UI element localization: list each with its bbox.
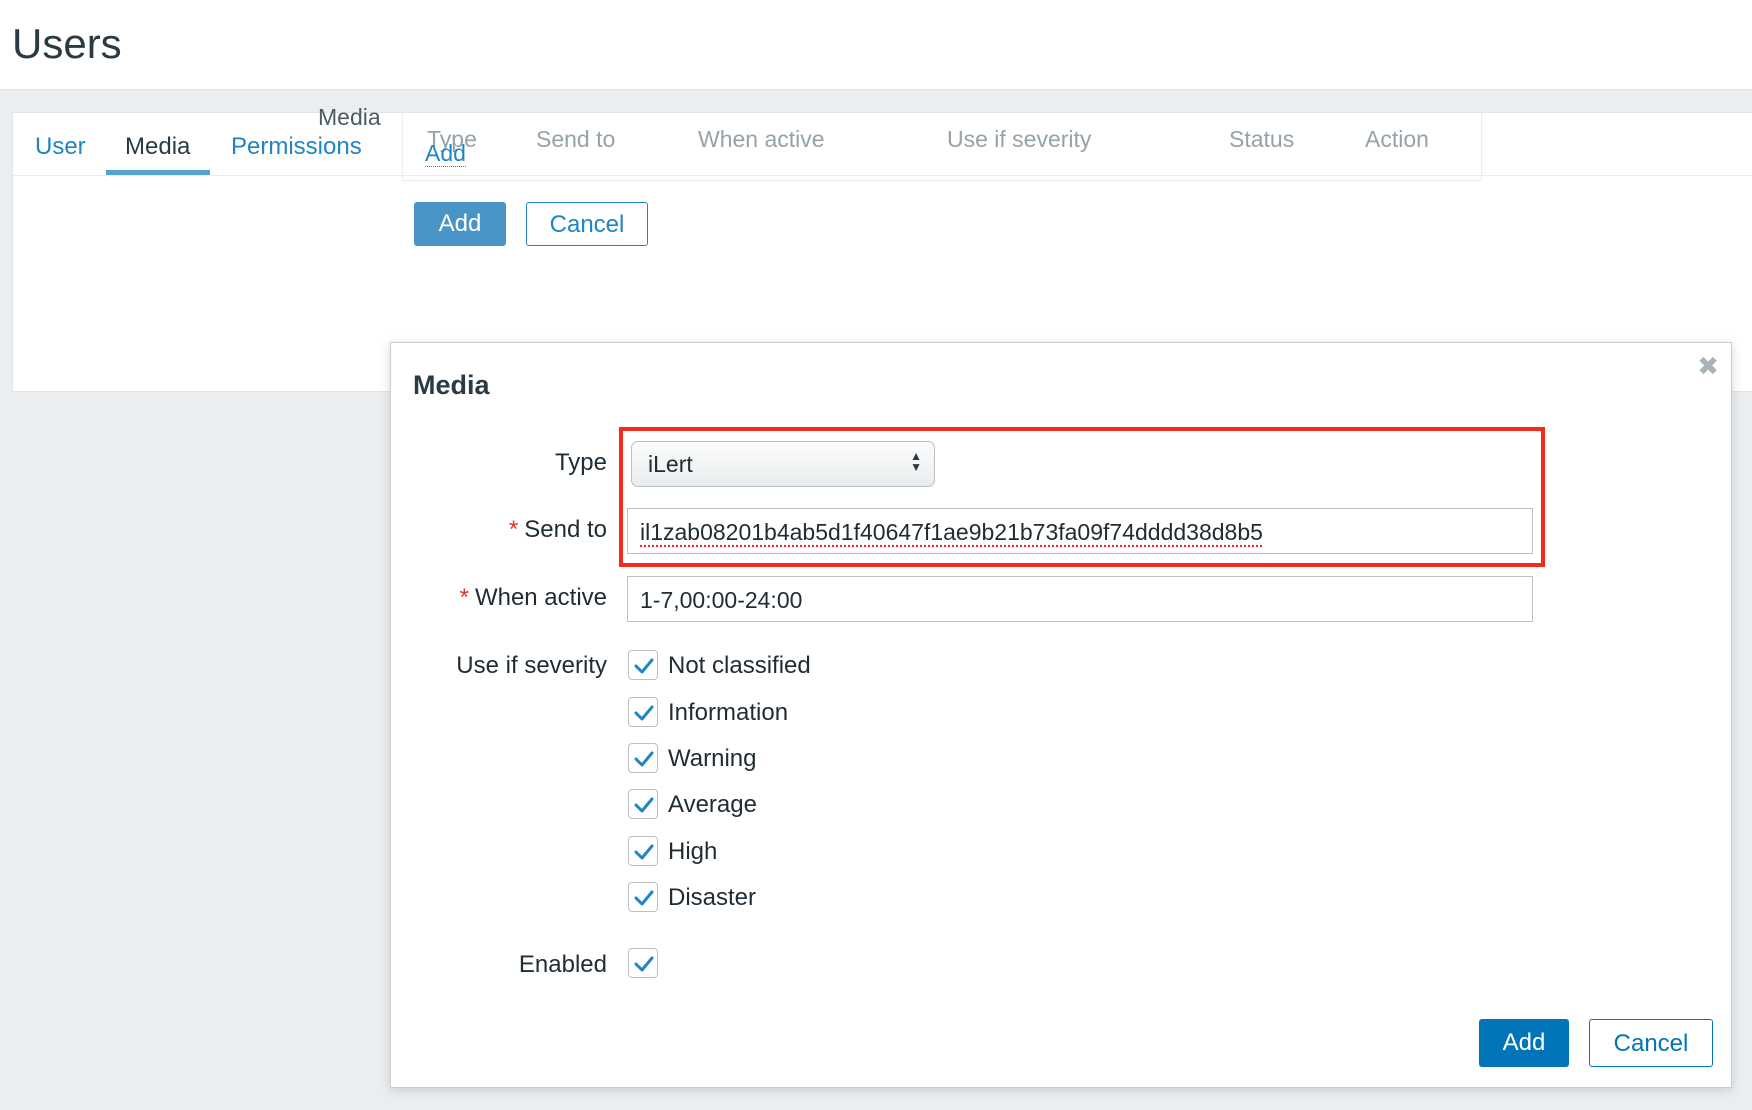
checkbox-warning[interactable]	[628, 743, 658, 773]
checkbox-label: Not classified	[668, 652, 811, 679]
when-active-label: * When active	[307, 584, 607, 612]
tab-user[interactable]: User	[35, 133, 86, 161]
checkmark-icon	[634, 797, 654, 813]
checkmark-icon	[634, 705, 654, 721]
checkbox-enabled[interactable]	[628, 948, 658, 978]
severity-label-text: Use if severity	[456, 652, 607, 679]
checkmark-icon	[634, 658, 654, 674]
column-header-use-if-severity: Use if severity	[947, 126, 1092, 152]
dialog-title: Media	[413, 370, 490, 400]
page-header: Users	[0, 0, 1752, 90]
checkbox-not-classified[interactable]	[628, 650, 658, 680]
page-title: Users	[12, 20, 122, 67]
when-active-input[interactable]: 1-7,00:00-24:00	[627, 576, 1533, 622]
checkbox-label: Average	[668, 791, 757, 818]
media-field-label: Media	[318, 104, 381, 130]
enabled-label-text: Enabled	[518, 951, 607, 978]
checkbox-average[interactable]	[628, 789, 658, 819]
column-header-action: Action	[1365, 126, 1429, 152]
column-header-status: Status	[1229, 126, 1295, 152]
enabled-label: Enabled	[307, 951, 607, 979]
checkbox-label: High	[668, 838, 718, 865]
checkbox-label: Warning	[668, 745, 757, 772]
dialog-add-button[interactable]: Add	[1479, 1019, 1569, 1067]
checkmark-icon	[634, 751, 654, 767]
column-header-when-active: When active	[698, 126, 825, 152]
required-marker: *	[508, 516, 519, 543]
tab-permissions[interactable]: Permissions	[231, 133, 362, 161]
severity-label: Use if severity	[307, 652, 607, 680]
checkbox-label: Information	[668, 699, 789, 726]
when-active-label-text: When active	[474, 584, 607, 611]
type-label: Type	[307, 449, 607, 477]
type-label-text: Type	[554, 449, 607, 476]
checkmark-icon	[634, 844, 654, 860]
highlight-box	[619, 427, 1545, 567]
required-marker: *	[459, 584, 469, 611]
checkbox-high[interactable]	[628, 836, 658, 866]
checkbox-label: Disaster	[668, 884, 757, 911]
checkbox-information[interactable]	[628, 697, 658, 727]
media-dialog: Media ✖ Type iLert ▲ ▼ * Send to il1zab082…	[390, 342, 1732, 1088]
when-active-value: 1-7,00:00-24:00	[640, 587, 803, 613]
close-icon[interactable]: ✖	[1697, 351, 1719, 382]
dialog-cancel-button[interactable]: Cancel	[1589, 1019, 1713, 1067]
checkbox-disaster[interactable]	[628, 882, 658, 912]
active-tab-indicator	[106, 170, 210, 175]
send-to-label: * Send to	[307, 516, 607, 544]
send-to-label-text: Send to	[524, 516, 607, 543]
column-header-send-to: Send to	[536, 126, 616, 152]
tab-media[interactable]: Media	[125, 133, 190, 161]
add-media-link[interactable]: Add	[425, 140, 466, 167]
form-add-button[interactable]: Add	[414, 202, 506, 246]
form-cancel-button[interactable]: Cancel	[526, 202, 648, 246]
checkmark-icon	[634, 956, 654, 972]
checkmark-icon	[634, 890, 654, 906]
